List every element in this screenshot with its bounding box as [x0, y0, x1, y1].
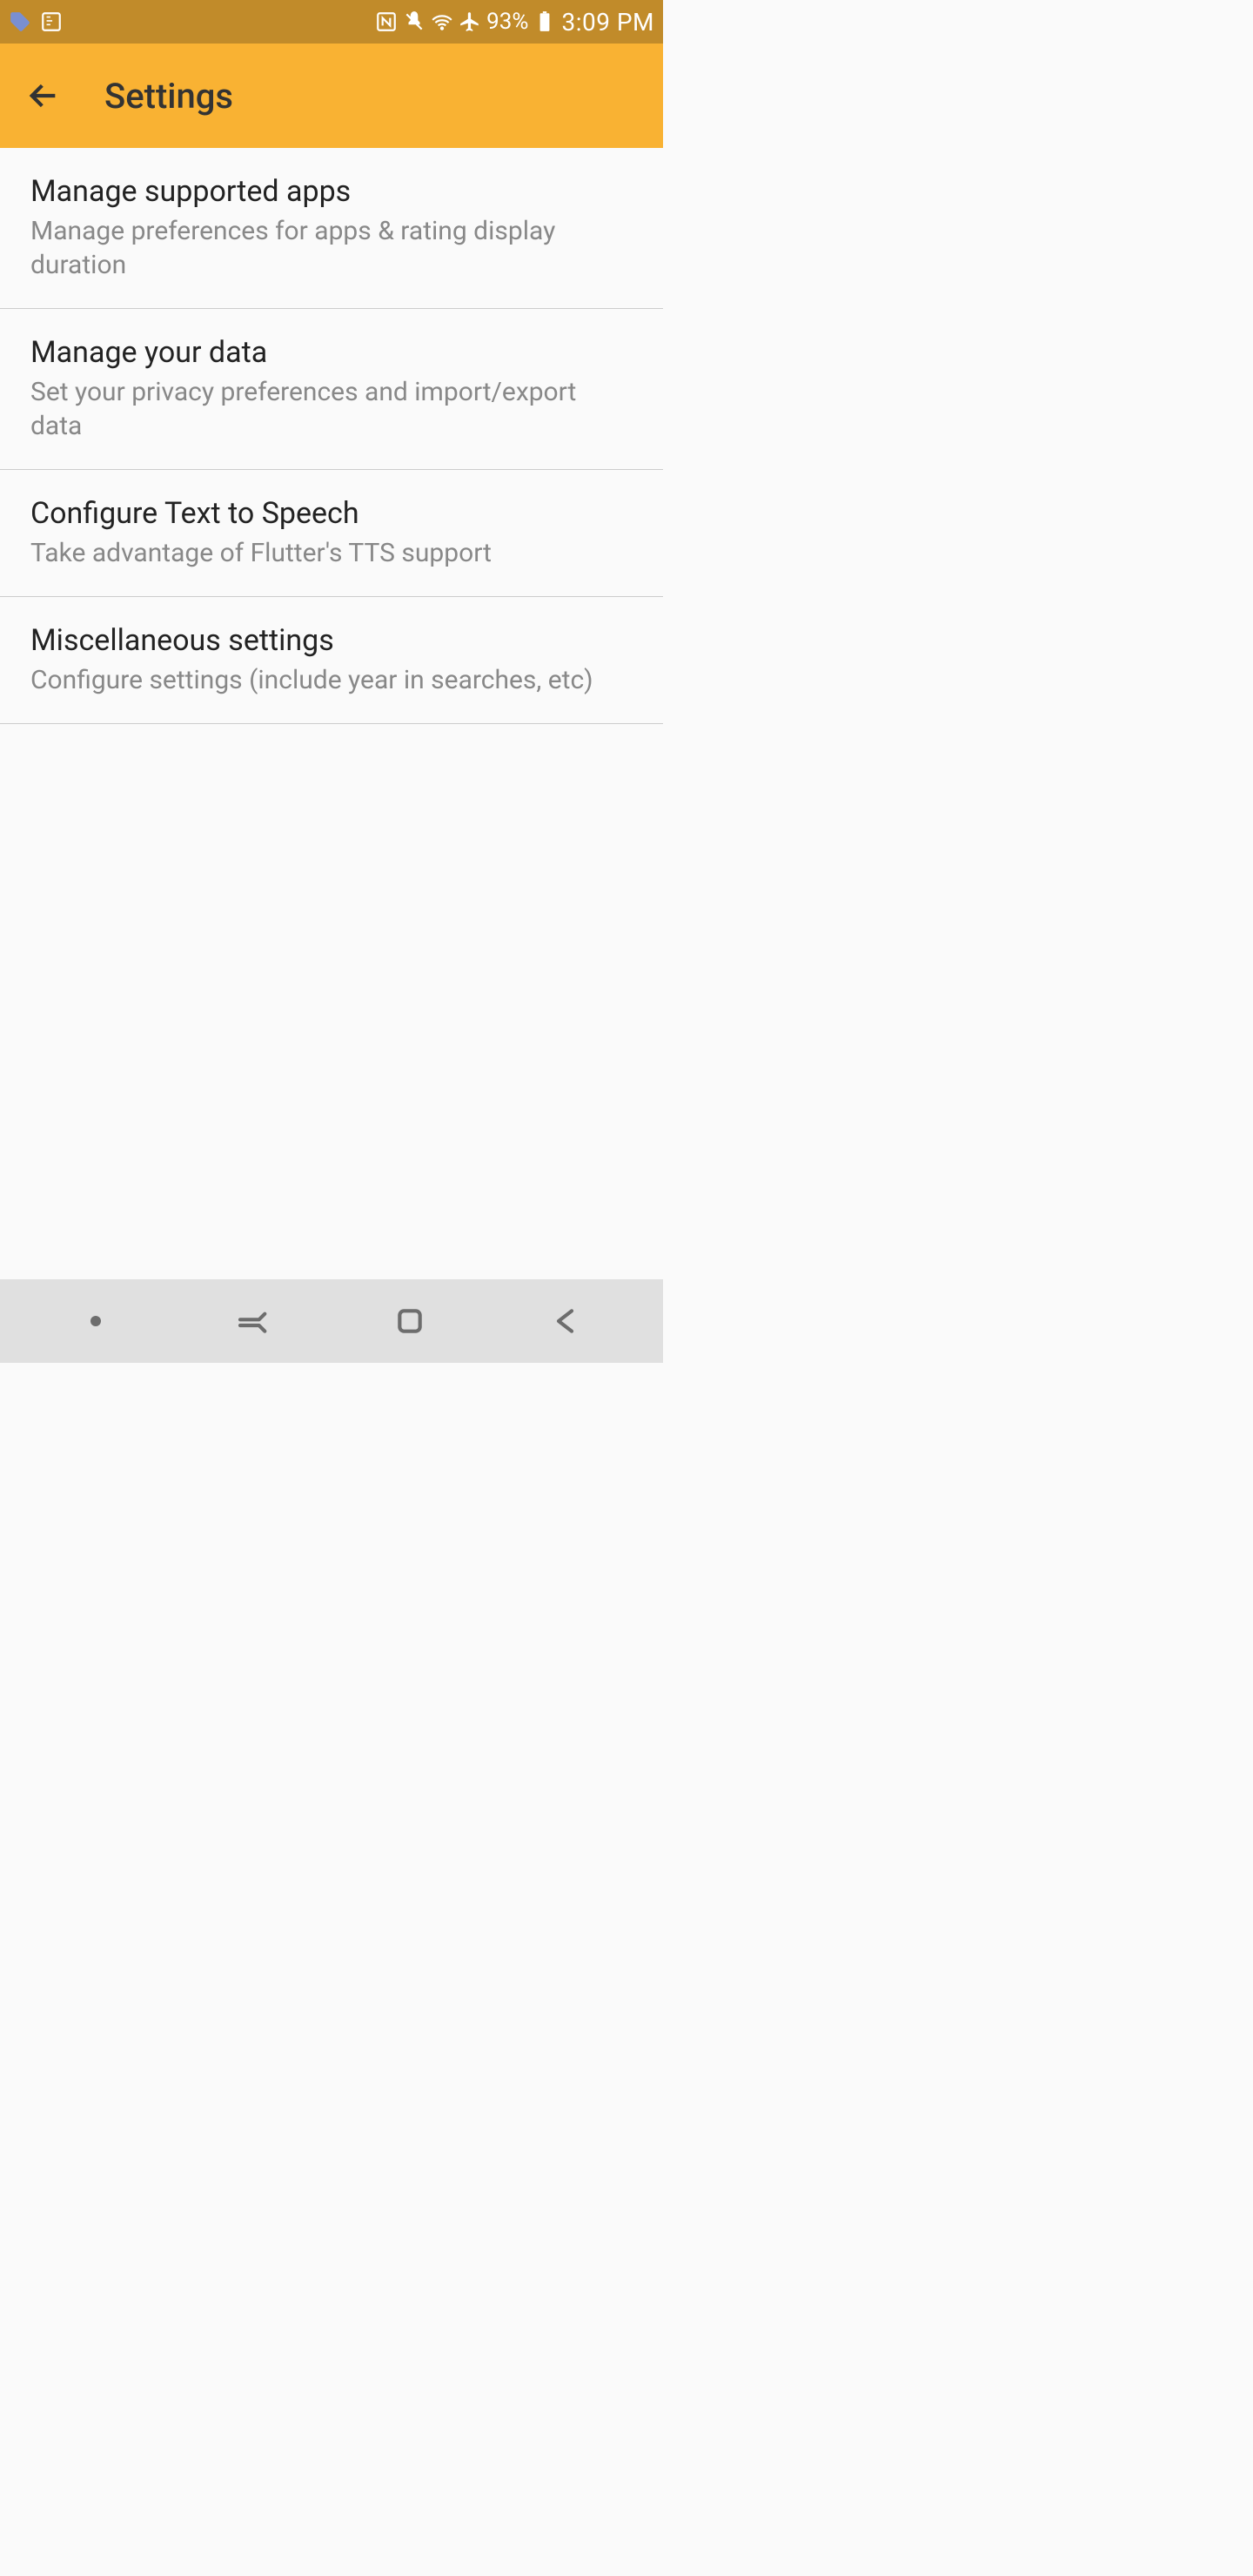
nfc-icon [375, 10, 398, 33]
back-button[interactable] [17, 70, 70, 122]
back-icon [550, 1304, 585, 1338]
nav-back-button[interactable] [533, 1295, 602, 1347]
item-title: Configure Text to Speech [30, 496, 633, 531]
item-subtitle: Manage preferences for apps & rating dis… [30, 214, 633, 282]
nav-dot-button[interactable] [61, 1295, 131, 1347]
nav-bar [0, 1279, 663, 1363]
item-title: Miscellaneous settings [30, 623, 633, 658]
page-title: Settings [104, 76, 233, 117]
status-left [9, 10, 63, 33]
status-right: 93% 3:09 PM [375, 8, 654, 37]
app-icon [40, 10, 63, 33]
nav-home-button[interactable] [375, 1295, 445, 1347]
airplane-icon [459, 10, 481, 33]
arrow-back-icon [26, 78, 61, 113]
tag-icon [9, 10, 31, 33]
app-bar: Settings [0, 44, 663, 148]
settings-item-manage-apps[interactable]: Manage supported apps Manage preferences… [0, 148, 663, 309]
settings-list: Manage supported apps Manage preferences… [0, 148, 663, 1279]
settings-item-misc[interactable]: Miscellaneous settings Configure setting… [0, 597, 663, 724]
item-title: Manage supported apps [30, 174, 633, 209]
dot-icon [90, 1316, 101, 1326]
battery-percent: 93% [486, 9, 528, 35]
mute-icon [403, 10, 425, 33]
home-icon [392, 1304, 427, 1338]
item-subtitle: Take advantage of Flutter's TTS support [30, 536, 633, 570]
item-subtitle: Set your privacy preferences and import/… [30, 375, 633, 443]
status-bar: 93% 3:09 PM [0, 0, 663, 44]
settings-item-tts[interactable]: Configure Text to Speech Take advantage … [0, 470, 663, 597]
item-title: Manage your data [30, 335, 633, 370]
recents-icon [236, 1304, 271, 1338]
item-subtitle: Configure settings (include year in sear… [30, 663, 633, 697]
settings-item-manage-data[interactable]: Manage your data Set your privacy prefer… [0, 309, 663, 470]
clock: 3:09 PM [561, 8, 654, 37]
nav-recents-button[interactable] [218, 1295, 288, 1347]
battery-icon [533, 10, 556, 33]
wifi-icon [431, 10, 453, 33]
